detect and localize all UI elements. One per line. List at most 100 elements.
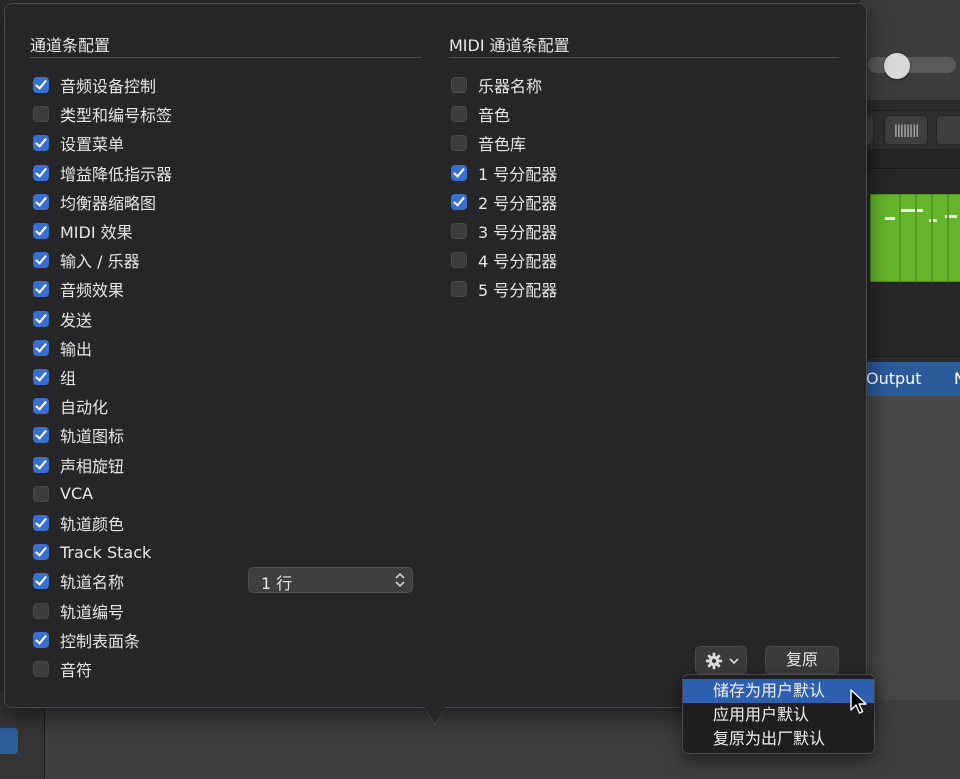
- checkbox-unchecked[interactable]: [451, 281, 467, 298]
- checkbox-label: 输出: [60, 339, 93, 359]
- channel-strip-checkbox-row[interactable]: MIDI 效果: [33, 219, 133, 243]
- checkbox-label: 4 号分配器: [478, 252, 558, 272]
- channel-strip-checkbox-row[interactable]: 音符: [33, 657, 92, 681]
- checkbox-unchecked[interactable]: [33, 661, 49, 677]
- midi-strip-checkbox-row[interactable]: 4 号分配器: [451, 248, 557, 272]
- checkbox-unchecked[interactable]: [451, 135, 467, 152]
- midi-region[interactable]: [870, 194, 960, 282]
- menu-item-save-user-default[interactable]: 储存为用户默认: [683, 679, 874, 703]
- track-name-rows-select[interactable]: 1 行: [248, 567, 413, 593]
- checkbox-checked[interactable]: [451, 164, 467, 181]
- channel-strip-checkbox-row[interactable]: 均衡器缩略图: [33, 190, 156, 214]
- checkbox-checked[interactable]: [33, 339, 49, 356]
- channel-strip-config-popover: 通道条配置 音频设备控制 类型和编号标签设置菜单增益降低指示器均衡器缩略图 MIDI…: [4, 3, 867, 708]
- channel-strip-checkbox-row[interactable]: 类型和编号标签: [33, 102, 172, 126]
- checkbox-checked[interactable]: [33, 427, 49, 444]
- channel-strip-checkbox-row[interactable]: 轨道图标: [33, 423, 124, 447]
- checkbox-checked[interactable]: [33, 515, 49, 531]
- checkbox-checked[interactable]: [33, 631, 49, 648]
- toolbar-button[interactable]: [936, 115, 960, 145]
- checkbox-label: 增益降低指示器: [60, 164, 173, 184]
- checkbox-label: MIDI 效果: [60, 223, 133, 242]
- midi-strip-checkbox-row[interactable]: 5 号分配器: [451, 277, 557, 301]
- channel-strip-checkbox-row[interactable]: 音频效果: [33, 277, 124, 301]
- checkbox-label: 音频效果: [60, 281, 125, 301]
- control-bar-area: [860, 0, 960, 100]
- checkbox-checked[interactable]: [33, 252, 49, 269]
- chevron-down-icon: [729, 658, 739, 665]
- midi-strip-checkbox-row[interactable]: 2 号分配器: [451, 190, 557, 214]
- timeline-ruler[interactable]: [860, 150, 960, 169]
- checkbox-label: 组: [60, 369, 77, 388]
- channel-strip-checkbox-row[interactable]: Track Stack: [33, 540, 151, 564]
- checkbox-unchecked[interactable]: [451, 252, 467, 269]
- midi-strip-checkbox-row[interactable]: 1 号分配器: [451, 161, 557, 185]
- next-slot[interactable]: N: [940, 365, 960, 393]
- checkbox-checked[interactable]: [33, 223, 49, 239]
- checkbox-unchecked[interactable]: [451, 77, 467, 93]
- checkbox-checked[interactable]: [33, 310, 49, 327]
- checkbox-checked[interactable]: [33, 193, 49, 210]
- checkbox-label: 轨道颜色: [60, 515, 125, 534]
- channel-strip-checkbox-row[interactable]: 输出: [33, 336, 92, 360]
- master-volume-slider[interactable]: [868, 57, 956, 73]
- channel-strip-checkbox-row[interactable]: 控制表面条: [33, 628, 140, 652]
- checkbox-checked[interactable]: [33, 281, 49, 298]
- channel-strip-checkbox-row[interactable]: 声相旋钮: [33, 453, 124, 477]
- channel-strip-checkbox-row[interactable]: VCA: [33, 482, 93, 506]
- midi-strip-title: MIDI 通道条配置: [449, 36, 570, 55]
- checkbox-label: 设置菜单: [60, 135, 125, 155]
- checkbox-label: 轨道编号: [60, 602, 125, 622]
- channel-strip-checkbox-row[interactable]: 自动化: [33, 394, 108, 418]
- action-dropdown-menu: 储存为用户默认 应用用户默认 复原为出厂默认: [682, 674, 875, 754]
- up-down-chevron-icon: [395, 572, 405, 588]
- checkbox-label: 声相旋钮: [60, 456, 125, 476]
- checkbox-unchecked[interactable]: [33, 602, 49, 619]
- channel-strip-checkbox-row[interactable]: 增益降低指示器: [33, 161, 172, 185]
- waveform-zoom-icon[interactable]: ||||||||: [884, 115, 928, 145]
- checkbox-label: 轨道名称: [60, 573, 125, 593]
- checkbox-label: 音符: [60, 661, 93, 680]
- checkbox-checked[interactable]: [33, 544, 49, 561]
- midi-strip-checkbox-row[interactable]: 乐器名称: [451, 73, 542, 97]
- checkbox-label: 音色库: [478, 135, 527, 155]
- checkbox-label: 发送: [60, 310, 93, 330]
- checkbox-checked[interactable]: [33, 135, 49, 152]
- checkbox-label: 1 号分配器: [478, 164, 558, 184]
- checkbox-label: 5 号分配器: [478, 281, 558, 301]
- master-volume-knob[interactable]: [884, 53, 910, 79]
- audio-track-icon[interactable]: [0, 728, 18, 754]
- checkbox-checked[interactable]: [33, 456, 49, 473]
- menu-item-apply-user-default[interactable]: 应用用户默认: [683, 703, 874, 727]
- checkbox-unchecked[interactable]: [451, 106, 467, 123]
- divider: [449, 57, 839, 58]
- channel-strip-checkbox-row[interactable]: 发送: [33, 307, 92, 331]
- channel-strip-checkbox-row[interactable]: 组: [33, 365, 76, 389]
- channel-strip-title: 通道条配置: [30, 36, 111, 55]
- channel-strip-checkbox-row[interactable]: 轨道颜色: [33, 511, 124, 535]
- checkbox-checked[interactable]: [451, 193, 467, 210]
- checkbox-label: 轨道图标: [60, 427, 125, 447]
- midi-strip-checkbox-row[interactable]: 3 号分配器: [451, 219, 557, 243]
- checkbox-label: 输入 / 乐器: [60, 252, 140, 272]
- reset-button[interactable]: 复原: [765, 646, 839, 674]
- output-slot[interactable]: Output: [860, 365, 945, 393]
- checkbox-unchecked[interactable]: [33, 106, 49, 123]
- checkbox-checked[interactable]: [33, 398, 49, 415]
- checkbox-unchecked[interactable]: [451, 223, 467, 239]
- channel-strip-checkbox-row[interactable]: 设置菜单: [33, 131, 124, 155]
- checkbox-checked[interactable]: [33, 573, 49, 590]
- checkbox-checked[interactable]: [33, 77, 49, 93]
- midi-strip-checkbox-row[interactable]: 音色: [451, 102, 510, 126]
- menu-item-reset-factory-default[interactable]: 复原为出厂默认: [683, 727, 874, 751]
- action-menu-button[interactable]: [695, 646, 747, 674]
- checkbox-label: 控制表面条: [60, 631, 141, 651]
- checkbox-unchecked[interactable]: [33, 485, 49, 502]
- checkbox-checked[interactable]: [33, 164, 49, 181]
- channel-strip-checkbox-row[interactable]: 音频设备控制: [33, 73, 156, 97]
- channel-strip-checkbox-row[interactable]: 轨道编号: [33, 599, 124, 623]
- channel-strip-checkbox-row[interactable]: 轨道名称: [33, 569, 124, 593]
- checkbox-checked[interactable]: [33, 369, 49, 385]
- channel-strip-checkbox-row[interactable]: 输入 / 乐器: [33, 248, 140, 272]
- midi-strip-checkbox-row[interactable]: 音色库: [451, 131, 526, 155]
